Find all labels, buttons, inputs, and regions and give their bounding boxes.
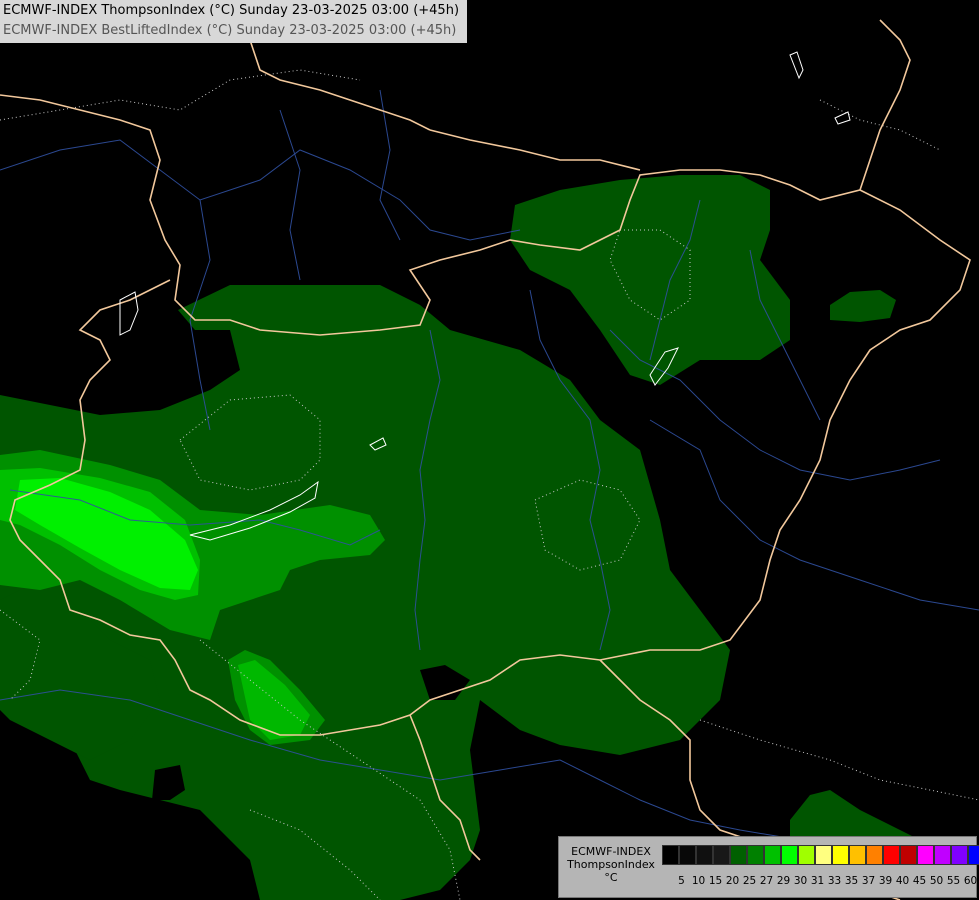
legend-swatch: [662, 845, 679, 865]
map-canvas[interactable]: [0, 0, 979, 900]
legend-swatch: [798, 845, 815, 865]
legend-tick: 40: [895, 875, 910, 887]
legend-swatch: [696, 845, 713, 865]
legend-tick: 33: [827, 875, 842, 887]
legend-swatches: [662, 845, 979, 865]
legend-swatch: [764, 845, 781, 865]
legend-tick: 29: [776, 875, 791, 887]
title-best-lifted-index: ECMWF-INDEX BestLiftedIndex (°C) Sunday …: [3, 23, 457, 38]
legend-label: ECMWF-INDEX ThompsonIndex °C: [563, 845, 659, 884]
legend-tick: 25: [742, 875, 757, 887]
legend-unit: °C: [604, 871, 618, 884]
legend-model: ECMWF-INDEX: [571, 845, 651, 858]
legend-swatch: [832, 845, 849, 865]
legend-tick: 20: [725, 875, 740, 887]
color-legend: ECMWF-INDEX ThompsonIndex °C 5 10 15 20 25 27…: [558, 836, 979, 898]
map-title: ECMWF-INDEX ThompsonIndex (°C) Sunday 23…: [0, 0, 467, 43]
legend-tick: 60: [963, 875, 978, 887]
legend-swatch: [866, 845, 883, 865]
legend-tick: 27: [759, 875, 774, 887]
legend-tick: 31: [810, 875, 825, 887]
legend-swatch: [730, 845, 747, 865]
legend-swatch: [815, 845, 832, 865]
legend-swatch: [968, 845, 979, 865]
legend-tick: 55: [946, 875, 961, 887]
legend-swatch: [747, 845, 764, 865]
legend-tick: 45: [912, 875, 927, 887]
legend-swatch: [900, 845, 917, 865]
legend-tick: 37: [861, 875, 876, 887]
legend-swatch: [883, 845, 900, 865]
legend-swatch: [951, 845, 968, 865]
legend-swatch: [713, 845, 730, 865]
legend-swatch: [849, 845, 866, 865]
legend-ticks: 5 10 15 20 25 27 29 30 31 33 35 37 39 40 45 50 55 60: [673, 875, 979, 887]
legend-tick: 30: [793, 875, 808, 887]
legend-parameter: ThompsonIndex: [567, 858, 655, 871]
legend-swatch: [781, 845, 798, 865]
legend-swatch: [679, 845, 696, 865]
legend-swatch: [917, 845, 934, 865]
legend-tick: 50: [929, 875, 944, 887]
legend-tick: 35: [844, 875, 859, 887]
legend-tick: 39: [878, 875, 893, 887]
legend-tick: 5: [678, 875, 685, 887]
title-thompson-index: ECMWF-INDEX ThompsonIndex (°C) Sunday 23…: [3, 3, 460, 18]
legend-tick: 10: [691, 875, 706, 887]
legend-swatch: [934, 845, 951, 865]
legend-tick: 15: [708, 875, 723, 887]
